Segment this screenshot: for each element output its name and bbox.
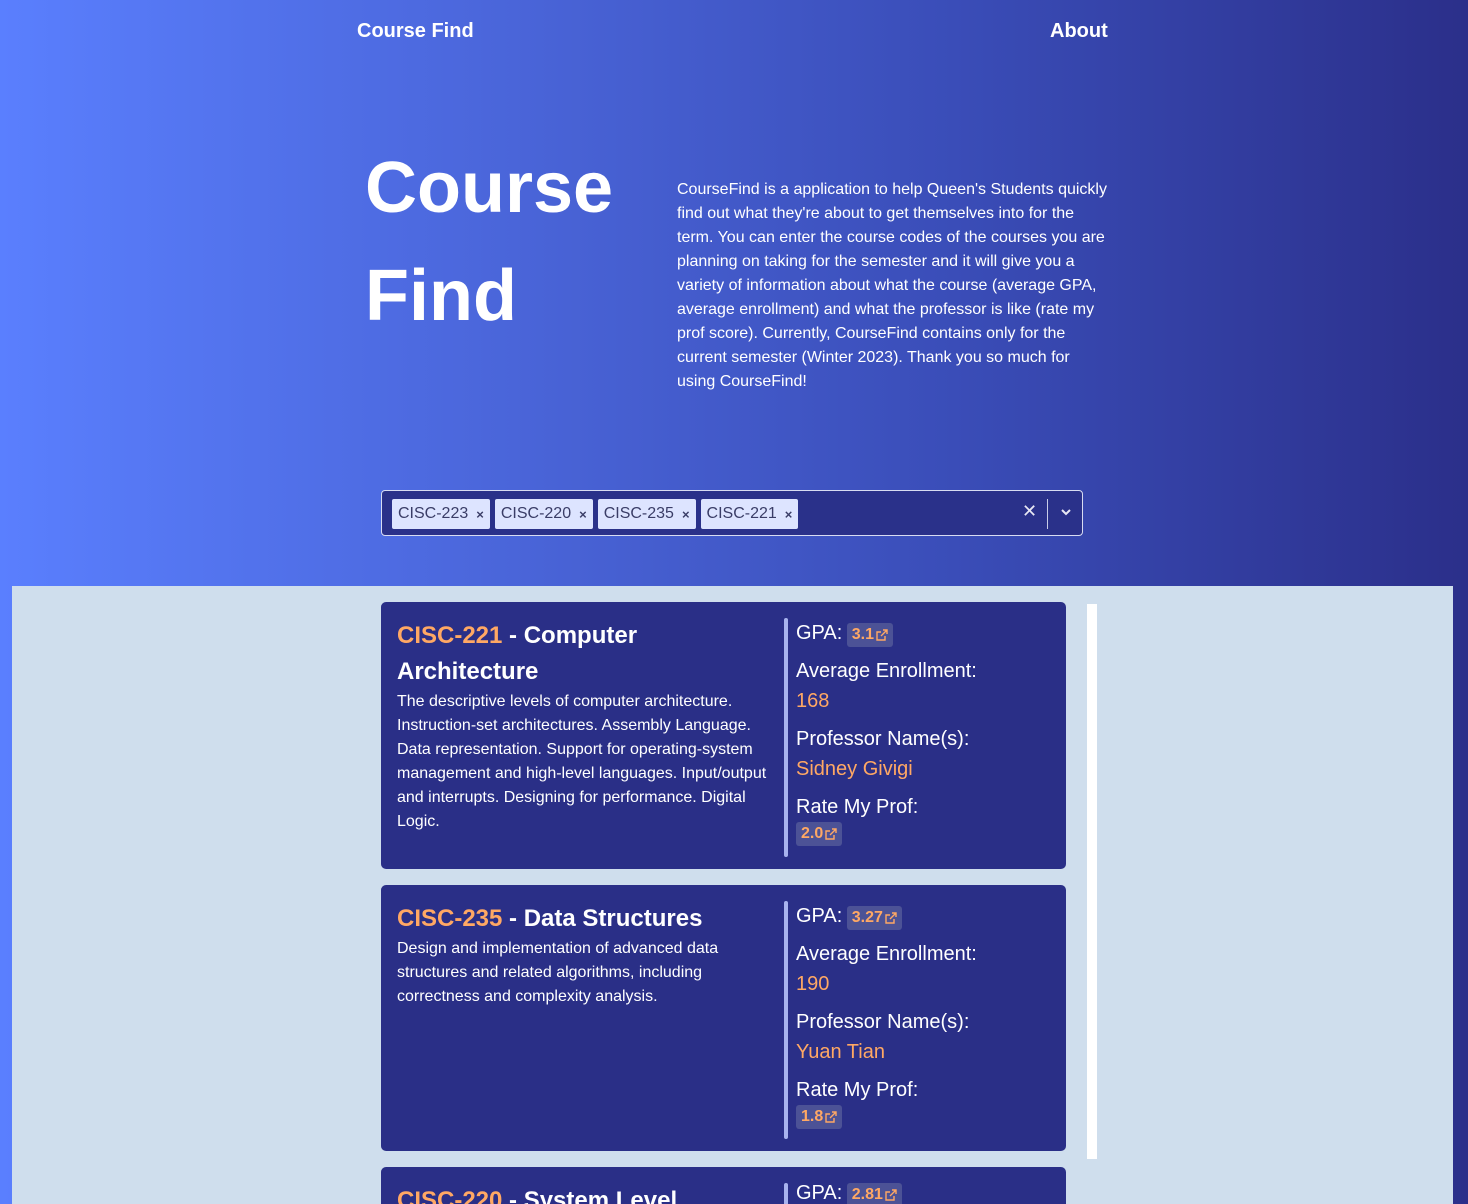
gpa-value: 3.1 [851,625,875,643]
external-link-icon [825,1111,837,1123]
rmp-label: Rate My Prof: [796,796,919,818]
course-tag-label: CISC-221 [706,505,777,522]
indicator-separator [1047,499,1048,529]
card-divider [784,901,788,1139]
course-card: CISC-235 - Data Structures Design and im… [381,885,1066,1151]
hero-description: CourseFind is a application to help Quee… [677,181,1107,390]
course-tag-label: CISC-220 [500,505,572,522]
gpa-value: 2.81 [851,1185,883,1203]
rmp-value: 2.0 [801,825,824,842]
gpa-badge[interactable]: 3.1 [846,622,894,647]
hero-title: Course Find [365,148,614,336]
results-scrollbar[interactable] [1087,604,1097,1159]
external-link-icon [885,1189,897,1201]
course-info: CISC-221 - Computer Architecture The des… [397,618,769,834]
professor-name: Sidney Givigi [796,758,913,780]
course-code: CISC-220 [397,1187,503,1204]
gpa-badge[interactable]: 2.81 [846,1182,902,1204]
course-card: CISC-220 - System Level GPA: 2.81 [381,1167,1066,1204]
gpa-label: GPA: [796,905,843,927]
course-title: CISC-235 - Data Structures [397,901,769,937]
professor-name: Yuan Tian [796,1041,885,1063]
gpa-badge[interactable]: 3.27 [846,905,902,930]
course-multiselect[interactable]: CISC-223 × CISC-220 × CISC-235 × CISC-22… [381,490,1083,536]
course-tag: CISC-221 × [700,499,799,529]
chevron-down-icon[interactable] [1059,505,1073,524]
gpa-row: GPA: 3.27 [796,901,1056,931]
course-info: CISC-235 - Data Structures Design and im… [397,901,769,1009]
professor-label: Professor Name(s): [796,728,970,750]
nav-about-link[interactable]: About [1050,20,1108,43]
course-description: The descriptive levels of computer archi… [397,693,767,830]
rmp-badge[interactable]: 1.8 [796,1105,843,1129]
gpa-label: GPA: [796,1182,843,1204]
nav-brand-link[interactable]: Course Find [357,20,474,43]
course-tag-label: CISC-235 [603,505,674,522]
gpa-row: GPA: 2.81 [796,1178,1056,1204]
rmp-label: Rate My Prof: [796,1079,919,1101]
course-title: CISC-220 - System Level [397,1183,769,1204]
course-stats: GPA: 3.1 Average Enrollment: 168 Profess… [796,618,1056,846]
gpa-row: GPA: 3.1 [796,618,1056,648]
tag-remove-button[interactable]: × [472,507,490,522]
gpa-label: GPA: [796,622,843,644]
top-nav: Course Find About [0,0,1468,62]
enrollment-value: 190 [796,973,830,995]
course-stats: GPA: 2.81 [796,1178,1056,1204]
external-link-icon [825,828,837,840]
course-stats: GPA: 3.27 Average Enrollment: 190 Profes… [796,901,1056,1129]
external-link-icon [876,629,888,641]
course-code: CISC-221 [397,622,503,649]
course-tag: CISC-235 × [597,499,696,529]
course-description: Design and implementation of advanced da… [397,940,719,1005]
rmp-badge[interactable]: 2.0 [796,822,843,846]
selected-tags: CISC-223 × CISC-220 × CISC-235 × CISC-22… [392,499,799,529]
rmp-value: 1.8 [801,1108,824,1125]
course-name: - System Level [502,1187,678,1204]
card-divider [784,618,788,857]
course-tag: CISC-220 × [494,499,593,529]
card-divider [784,1183,788,1204]
gpa-value: 3.27 [851,908,883,926]
course-code: CISC-235 [397,905,503,932]
clear-all-button[interactable]: ✕ [1022,501,1037,522]
tag-remove-button[interactable]: × [678,507,696,522]
enrollment-label: Average Enrollment: [796,660,977,682]
enrollment-label: Average Enrollment: [796,943,977,965]
professor-label: Professor Name(s): [796,1011,970,1033]
course-tag-label: CISC-223 [398,505,469,522]
course-card: CISC-221 - Computer Architecture The des… [381,602,1066,869]
external-link-icon [885,912,897,924]
tag-remove-button[interactable]: × [575,507,593,522]
enrollment-value: 168 [796,690,830,712]
results-panel: CISC-221 - Computer Architecture The des… [12,586,1453,1204]
course-info: CISC-220 - System Level [397,1183,769,1204]
course-name: - Data Structures [502,905,703,932]
tag-remove-button[interactable]: × [781,507,799,522]
course-title: CISC-221 - Computer Architecture [397,618,769,690]
course-tag: CISC-223 × [392,499,490,529]
